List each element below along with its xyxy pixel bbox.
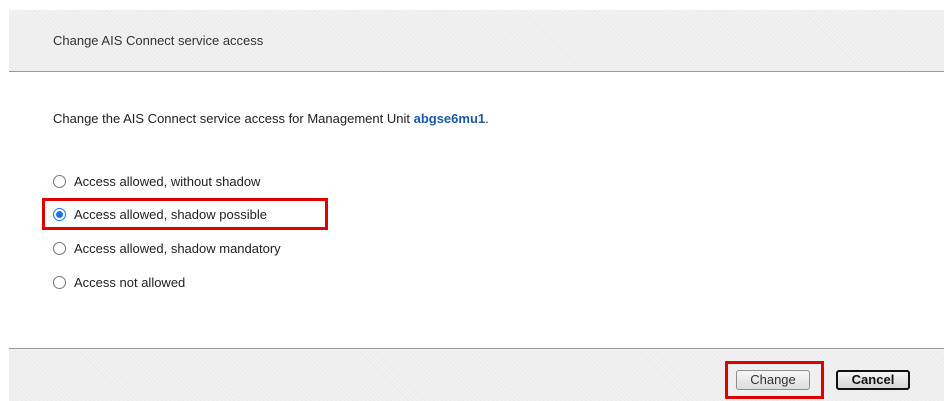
option-label: Access allowed, shadow possible: [74, 206, 267, 222]
option-label: Access not allowed: [74, 274, 186, 290]
option-shadow-possible[interactable]: Access allowed, shadow possible: [53, 205, 267, 223]
intro-text: Change the AIS Connect service access fo…: [53, 111, 489, 126]
dialog-header: Change AIS Connect service access: [9, 10, 944, 72]
radio-button[interactable]: [53, 275, 66, 289]
intro-prefix: Change the AIS Connect service access fo…: [53, 111, 414, 126]
change-service-access-dialog: Change AIS Connect service access Change…: [0, 0, 944, 401]
option-not-allowed[interactable]: Access not allowed: [53, 273, 185, 291]
change-button[interactable]: Change: [736, 370, 810, 390]
intro-suffix: .: [485, 111, 489, 126]
option-label: Access allowed, shadow mandatory: [74, 240, 281, 256]
radio-button-selected[interactable]: [53, 207, 66, 221]
radio-button[interactable]: [53, 241, 66, 255]
radio-button[interactable]: [53, 174, 66, 188]
option-shadow-mandatory[interactable]: Access allowed, shadow mandatory: [53, 239, 281, 257]
cancel-button[interactable]: Cancel: [836, 370, 910, 390]
option-without-shadow[interactable]: Access allowed, without shadow: [53, 172, 260, 190]
management-unit-name: abgse6mu1: [413, 111, 486, 126]
dialog-title: Change AIS Connect service access: [53, 33, 264, 48]
option-label: Access allowed, without shadow: [74, 173, 261, 189]
